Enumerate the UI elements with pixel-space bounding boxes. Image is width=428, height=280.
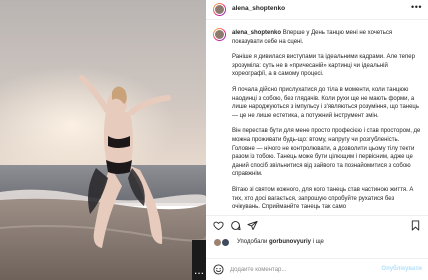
author-avatar[interactable]	[213, 3, 226, 16]
heart-icon[interactable]	[213, 220, 224, 231]
more-horizontal-icon[interactable]: •••	[411, 3, 422, 12]
post-photo[interactable]: ...	[0, 0, 206, 280]
likes-summary: Уподобали gorbunovyuriy і ще	[213, 238, 428, 248]
bookmark-icon[interactable]	[410, 220, 421, 231]
post-side-panel: alena_shoptenko ••• alena_shoptenko Впер…	[206, 0, 428, 280]
post-actions-bar	[206, 215, 428, 235]
post-caption: alena_shoptenko Вперше у День танцю мені…	[232, 29, 422, 215]
liker-avatar[interactable]	[221, 238, 230, 247]
comment-form: Опублікувати	[206, 258, 428, 280]
caption-username[interactable]: alena_shoptenko	[232, 30, 281, 36]
publish-button[interactable]: Опублікувати	[381, 266, 422, 272]
overlay-more-label: ...	[194, 263, 205, 277]
post-header: alena_shoptenko •••	[206, 0, 428, 20]
smile-icon[interactable]	[213, 264, 224, 275]
beach-dance-photo	[0, 0, 206, 280]
comment-input[interactable]	[230, 264, 380, 275]
likes-suffix[interactable]: і ще	[313, 239, 324, 245]
post-caption-area[interactable]: alena_shoptenko Вперше у День танцю мені…	[206, 21, 428, 215]
send-icon[interactable]	[247, 220, 258, 231]
media-overlay: ...	[192, 240, 206, 280]
caption-author-avatar[interactable]	[213, 28, 226, 41]
likes-prefix: Уподобали	[237, 239, 268, 245]
caption-paragraph: Вітаю зі святом кожного, для кого танець…	[232, 186, 414, 211]
caption-paragraph: Я почала дійсно прислухатися до тіла в м…	[232, 86, 419, 119]
likes-text: Уподобали gorbunovyuriy і ще	[237, 239, 324, 245]
liker-username[interactable]: gorbunovyuriy	[269, 239, 311, 245]
author-username[interactable]: alena_shoptenko	[232, 5, 285, 12]
caption-paragraph: Раніше я дивилася виступами та ідеальним…	[232, 54, 415, 78]
caption-paragraph: Він перестав бути для мене просто профес…	[232, 128, 421, 178]
comment-icon[interactable]	[230, 220, 241, 231]
